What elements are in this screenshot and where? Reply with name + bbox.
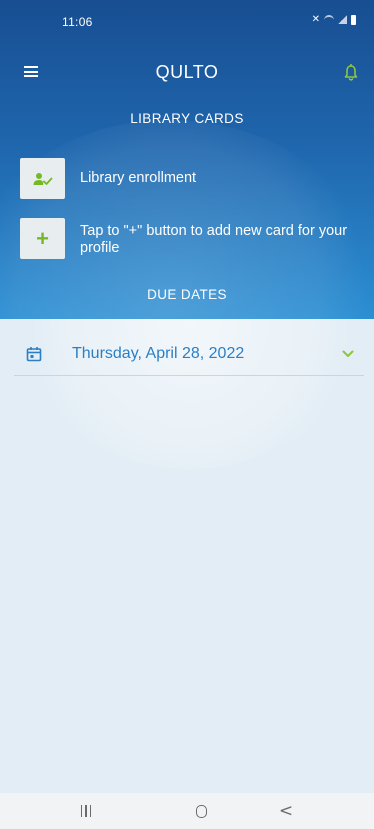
add-card-button[interactable]: + bbox=[20, 218, 65, 259]
due-dates-list: Thursday, April 28, 2022 bbox=[0, 319, 374, 793]
mute-icon: ✕ bbox=[311, 14, 320, 25]
recents-icon bbox=[80, 805, 92, 817]
home-button[interactable] bbox=[171, 793, 231, 829]
status-bar: 11:06 ✕ bbox=[0, 0, 374, 38]
back-icon: < bbox=[278, 801, 294, 821]
person-check-icon bbox=[33, 172, 52, 185]
add-card-hint: Tap to "+" button to add new card for yo… bbox=[80, 223, 348, 256]
status-time: 11:06 bbox=[62, 15, 93, 29]
app-screen: 11:06 ✕ QULTO LIBRARY CARDS Library enro… bbox=[0, 0, 374, 829]
due-dates-title: DUE DATES bbox=[147, 287, 227, 302]
signal-icon bbox=[338, 15, 347, 24]
chevron-down-icon[interactable] bbox=[342, 350, 354, 358]
due-date-item[interactable]: Thursday, April 28, 2022 bbox=[14, 333, 364, 376]
add-card-row: + Tap to "+" button to add new card for … bbox=[20, 218, 360, 259]
recents-button[interactable] bbox=[56, 793, 116, 829]
wifi-icon bbox=[324, 14, 334, 25]
status-icons: ✕ bbox=[312, 14, 356, 25]
library-enrollment-label: Library enrollment bbox=[80, 170, 197, 186]
library-cards-title: LIBRARY CARDS bbox=[130, 111, 244, 126]
battery-icon bbox=[351, 14, 356, 25]
bell-icon[interactable] bbox=[344, 64, 358, 82]
enrollment-card-thumb[interactable] bbox=[20, 158, 65, 199]
system-nav-bar: < bbox=[0, 793, 374, 829]
app-title: QULTO bbox=[155, 62, 219, 82]
header-panel: 11:06 ✕ QULTO LIBRARY CARDS Library enro… bbox=[0, 0, 374, 319]
calendar-icon bbox=[26, 347, 42, 362]
due-date-label: Thursday, April 28, 2022 bbox=[72, 345, 245, 362]
home-icon bbox=[195, 804, 207, 818]
back-button[interactable]: < bbox=[256, 793, 316, 829]
plus-icon: + bbox=[36, 225, 49, 251]
library-enrollment-row[interactable]: Library enrollment bbox=[20, 158, 360, 199]
app-bar: QULTO bbox=[0, 52, 374, 96]
